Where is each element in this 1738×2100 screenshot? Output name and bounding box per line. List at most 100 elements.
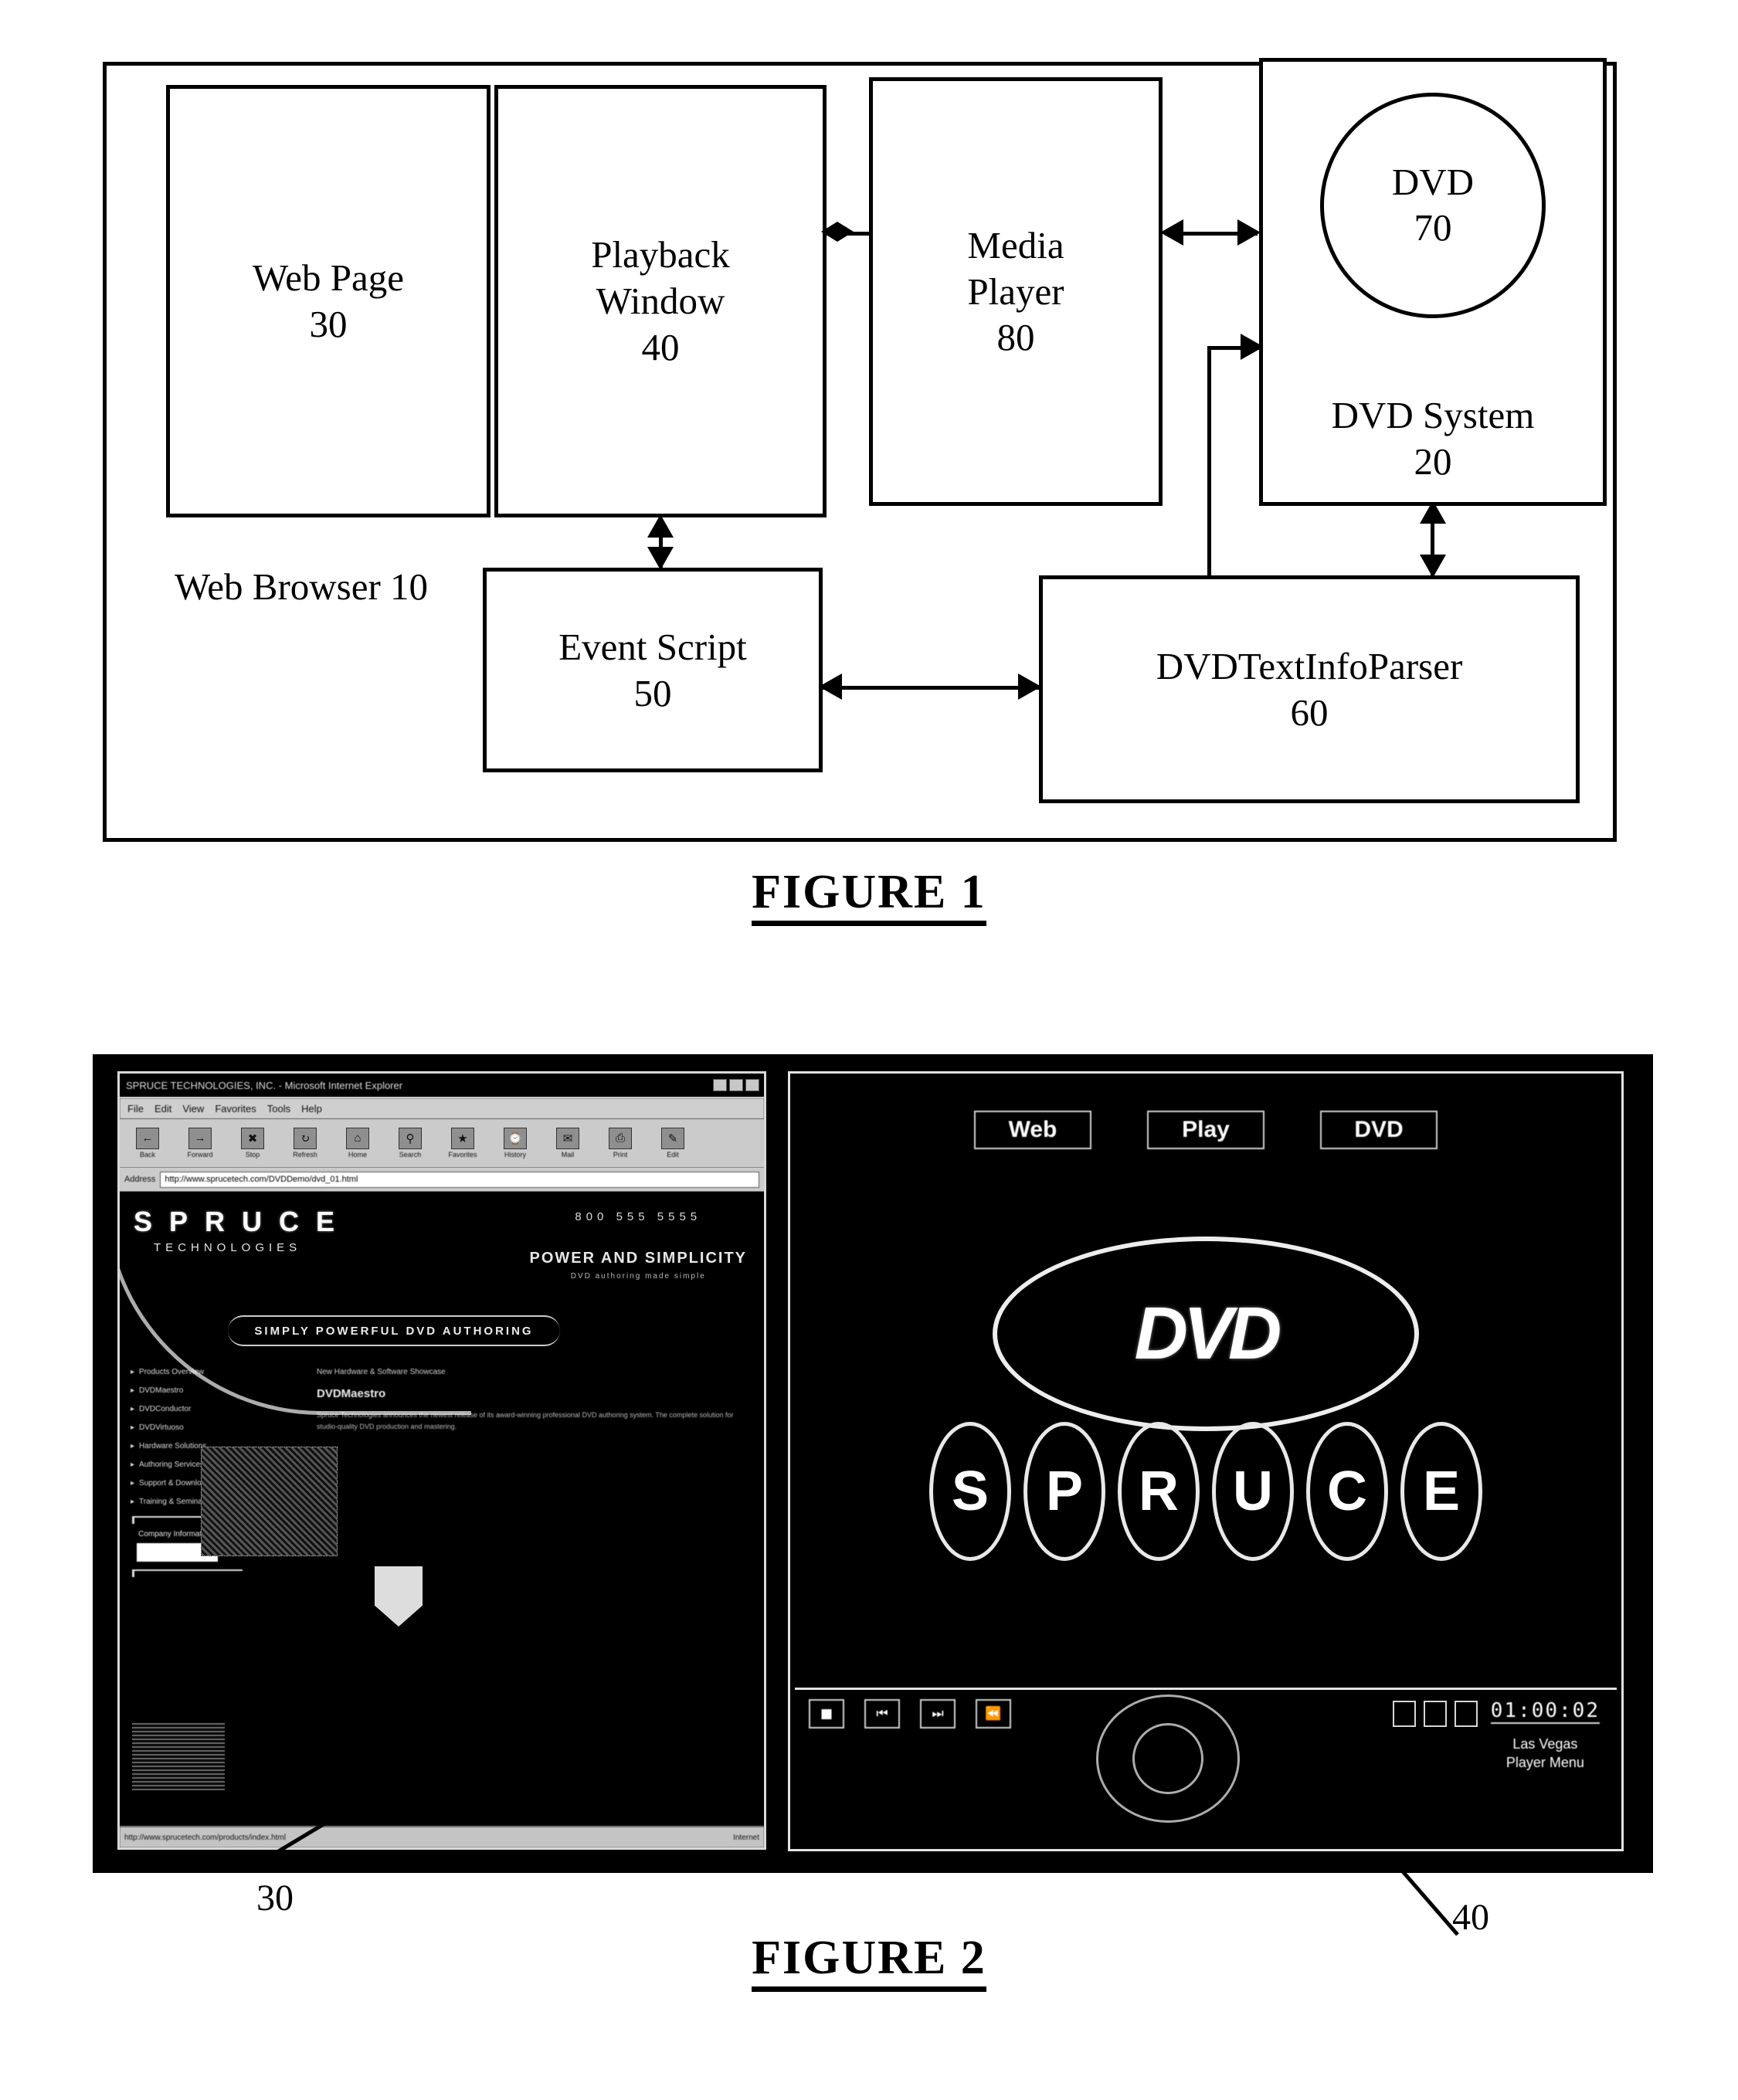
label-web-browser-line-2: Browser bbox=[252, 565, 381, 608]
close-icon[interactable] bbox=[745, 1079, 759, 1091]
jog-dial-center[interactable] bbox=[1132, 1723, 1203, 1794]
toolbar-forward-button[interactable]: → Forward bbox=[178, 1128, 222, 1159]
mail-icon: ✉ bbox=[556, 1128, 579, 1149]
address-input[interactable]: http://www.sprucetech.com/DVDDemo/dvd_01… bbox=[160, 1171, 759, 1188]
search-icon: ⚲ bbox=[399, 1128, 422, 1149]
spruce-letter-p: P bbox=[1023, 1422, 1105, 1561]
sidebar-item-products[interactable]: ▸ Products Overview bbox=[131, 1368, 246, 1376]
sidebar-item-dvdconductor[interactable]: ▸ DVDConductor bbox=[131, 1405, 246, 1413]
browser-address-bar[interactable]: Address http://www.sprucetech.com/DVDDem… bbox=[120, 1168, 764, 1192]
node-dvd-system[interactable]: DVD 70 DVD System 20 bbox=[1259, 58, 1607, 506]
spruce-letter-u: U bbox=[1212, 1422, 1294, 1561]
favorites-icon: ★ bbox=[451, 1128, 474, 1149]
browser-titlebar[interactable]: SPRUCE TECHNOLOGIES, INC. - Microsoft In… bbox=[120, 1074, 764, 1098]
browser-menubar[interactable]: File Edit View Favorites Tools Help bbox=[120, 1098, 764, 1119]
sidebar-item-dvdvirtuoso[interactable]: ▸ DVDVirtuoso bbox=[131, 1423, 246, 1432]
player-web-button[interactable]: Web bbox=[974, 1111, 1091, 1149]
node-media-player-ref: 80 bbox=[996, 316, 1035, 359]
minimize-icon[interactable] bbox=[713, 1079, 727, 1091]
player-dvd-button[interactable]: DVD bbox=[1320, 1111, 1438, 1149]
toolbar-mail-button[interactable]: ✉ Mail bbox=[546, 1128, 589, 1159]
toolbar-print-label: Print bbox=[613, 1151, 628, 1159]
toolbar-mail-label: Mail bbox=[561, 1151, 575, 1159]
award-crest-icon bbox=[375, 1566, 423, 1627]
browser-statusbar: http://www.sprucetech.com/products/index… bbox=[120, 1826, 764, 1847]
toolbar-back-button[interactable]: ← Back bbox=[126, 1128, 169, 1159]
article-headline: DVDMaestro bbox=[317, 1387, 386, 1400]
node-dvd-disc-label: DVD bbox=[1391, 161, 1475, 204]
toolbar-favorites-button[interactable]: ★ Favorites bbox=[441, 1128, 484, 1159]
window-controls[interactable] bbox=[713, 1079, 759, 1091]
toolbar-refresh-label: Refresh bbox=[293, 1151, 317, 1159]
dvd-disc-icon: DVD 70 bbox=[1320, 93, 1546, 318]
toolbar-home-label: Home bbox=[348, 1151, 367, 1159]
subtitle-icon[interactable] bbox=[1424, 1701, 1447, 1727]
transport-controls[interactable]: ■ ⏮ ⏭ ⏪ bbox=[809, 1699, 1011, 1729]
player-control-bar[interactable]: ■ ⏮ ⏭ ⏪ 01:00:02 Las Vegas Player Menu bbox=[795, 1688, 1617, 1844]
page-thumbnail-image bbox=[201, 1447, 338, 1556]
toolbar-edit-button[interactable]: ✎ Edit bbox=[651, 1128, 694, 1159]
toolbar-print-button[interactable]: ⎙ Print bbox=[599, 1128, 642, 1159]
node-dvd-disc-ref: 70 bbox=[1414, 206, 1452, 249]
player-overlay-buttons[interactable]: Web Play DVD bbox=[795, 1111, 1617, 1149]
node-web-page[interactable]: Web Page 30 bbox=[166, 85, 491, 517]
rewind-icon[interactable]: ⏪ bbox=[976, 1699, 1011, 1729]
sidebar-divider-2 bbox=[132, 1569, 243, 1577]
back-arrow-icon: ← bbox=[136, 1128, 159, 1149]
page-banner: SIMPLY POWERFUL DVD AUTHORING bbox=[228, 1315, 560, 1346]
page-article: New Hardware & Software Showcase DVDMaes… bbox=[317, 1368, 753, 1433]
node-media-player-label-2: Player bbox=[967, 270, 1064, 313]
node-event-script[interactable]: Event Script 50 bbox=[483, 568, 823, 772]
node-playback-window-label-1: Playback bbox=[591, 233, 730, 276]
bullet-icon: ▸ bbox=[131, 1442, 135, 1450]
spruce-letter-r: R bbox=[1118, 1422, 1200, 1561]
figure-1-caption-text: FIGURE 1 bbox=[752, 866, 986, 926]
audio-icon[interactable] bbox=[1455, 1701, 1478, 1727]
jog-shuttle-dial[interactable] bbox=[1096, 1695, 1240, 1823]
browser-window[interactable]: SPRUCE TECHNOLOGIES, INC. - Microsoft In… bbox=[117, 1071, 766, 1850]
menu-item-help[interactable]: Help bbox=[301, 1103, 322, 1114]
menu-item-file[interactable]: File bbox=[127, 1103, 144, 1114]
menu-item-tools[interactable]: Tools bbox=[267, 1103, 290, 1114]
dvd-logo-text: DVD bbox=[1134, 1292, 1282, 1375]
node-dvd-system-label: DVD System bbox=[1331, 394, 1535, 437]
node-dvdtextinfoparser[interactable]: DVDTextInfoParser 60 bbox=[1039, 575, 1580, 803]
toolbar-refresh-button[interactable]: ↻ Refresh bbox=[283, 1128, 327, 1159]
page-footer-logo bbox=[132, 1722, 225, 1790]
playback-window[interactable]: Web Play DVD DVD S P R U C E ■ ⏮ ⏭ ⏪ 01:… bbox=[788, 1071, 1624, 1851]
previous-chapter-icon[interactable]: ⏮ bbox=[864, 1699, 900, 1729]
forward-arrow-icon: → bbox=[188, 1128, 212, 1149]
arrowhead-right-icon bbox=[1018, 673, 1041, 700]
menu-item-view[interactable]: View bbox=[182, 1103, 204, 1114]
toolbar-history-button[interactable]: ⌚ History bbox=[494, 1128, 537, 1159]
print-icon: ⎙ bbox=[609, 1128, 632, 1149]
spruce-letter-e: E bbox=[1400, 1422, 1482, 1561]
node-web-page-label: Web Page bbox=[252, 256, 405, 300]
player-display-icons[interactable] bbox=[1393, 1701, 1478, 1727]
player-play-button[interactable]: Play bbox=[1147, 1111, 1264, 1149]
node-playback-window[interactable]: Playback Window 40 bbox=[494, 85, 827, 517]
menu-item-favorites[interactable]: Favorites bbox=[215, 1103, 256, 1114]
browser-title: SPRUCE TECHNOLOGIES, INC. - Microsoft In… bbox=[126, 1079, 403, 1091]
spruce-logo[interactable]: SPRUCE TECHNOLOGIES bbox=[134, 1206, 351, 1254]
stop-icon[interactable]: ■ bbox=[809, 1699, 844, 1729]
address-label: Address bbox=[124, 1175, 156, 1184]
sidebar-item-dvdmaestro[interactable]: ▸ DVDMaestro bbox=[131, 1386, 246, 1395]
node-media-player[interactable]: Media Player 80 bbox=[869, 77, 1163, 506]
maximize-icon[interactable] bbox=[729, 1079, 743, 1091]
header-tagline: POWER AND SIMPLICITY bbox=[529, 1250, 747, 1267]
toolbar-home-button[interactable]: ⌂ Home bbox=[336, 1128, 379, 1159]
node-media-player-label-1: Media bbox=[967, 223, 1064, 266]
web-page-content: SPRUCE TECHNOLOGIES 800 555 5555 POWER A… bbox=[120, 1192, 764, 1826]
node-web-page-ref: 30 bbox=[309, 303, 348, 345]
bullet-icon: ▸ bbox=[131, 1368, 135, 1376]
toolbar-search-button[interactable]: ⚲ Search bbox=[389, 1128, 432, 1159]
next-chapter-icon[interactable]: ⏭ bbox=[920, 1699, 956, 1729]
edit-icon: ✎ bbox=[661, 1128, 684, 1149]
menu-item-edit[interactable]: Edit bbox=[154, 1103, 171, 1114]
toolbar-stop-button[interactable]: ✖ Stop bbox=[231, 1128, 274, 1159]
bullet-icon: ▸ bbox=[131, 1498, 135, 1506]
player-timecode-display: 01:00:02 Las Vegas Player Menu bbox=[1490, 1699, 1600, 1773]
browser-toolbar[interactable]: ← Back → Forward ✖ Stop ↻ Refresh ⌂ Home… bbox=[120, 1119, 764, 1168]
angle-icon[interactable] bbox=[1393, 1701, 1416, 1727]
